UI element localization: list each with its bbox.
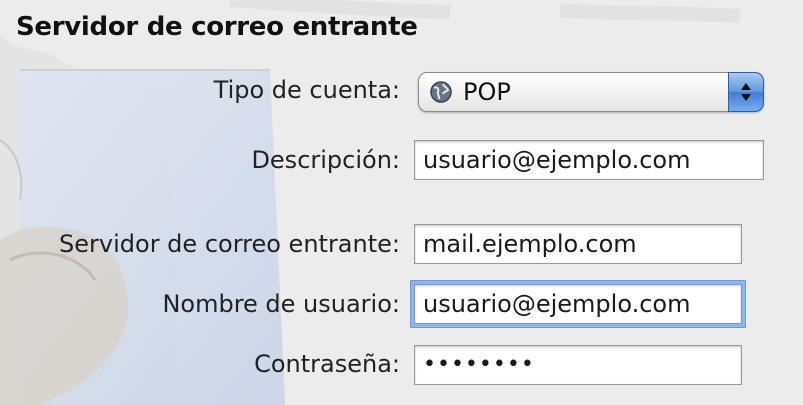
incoming-server-field[interactable]: mail.ejemplo.com <box>414 224 742 264</box>
account-type-popup[interactable]: POP <box>418 72 764 112</box>
popup-arrows[interactable] <box>728 72 764 112</box>
incoming-server-label: Servidor de correo entrante: <box>59 230 400 258</box>
account-type-value: POP <box>463 78 511 106</box>
username-label: Nombre de usuario: <box>162 290 400 318</box>
password-label: Contraseña: <box>254 350 400 378</box>
globe-icon <box>430 81 452 103</box>
section-title: Servidor de correo entrante <box>16 12 418 42</box>
description-label: Descripción: <box>251 146 400 174</box>
username-field[interactable]: usuario@ejemplo.com <box>414 284 742 324</box>
description-field[interactable]: usuario@ejemplo.com <box>414 140 764 180</box>
account-type-label: Tipo de cuenta: <box>213 76 400 104</box>
up-down-arrows-icon <box>741 83 751 101</box>
password-field[interactable]: •••••••• <box>414 345 742 385</box>
